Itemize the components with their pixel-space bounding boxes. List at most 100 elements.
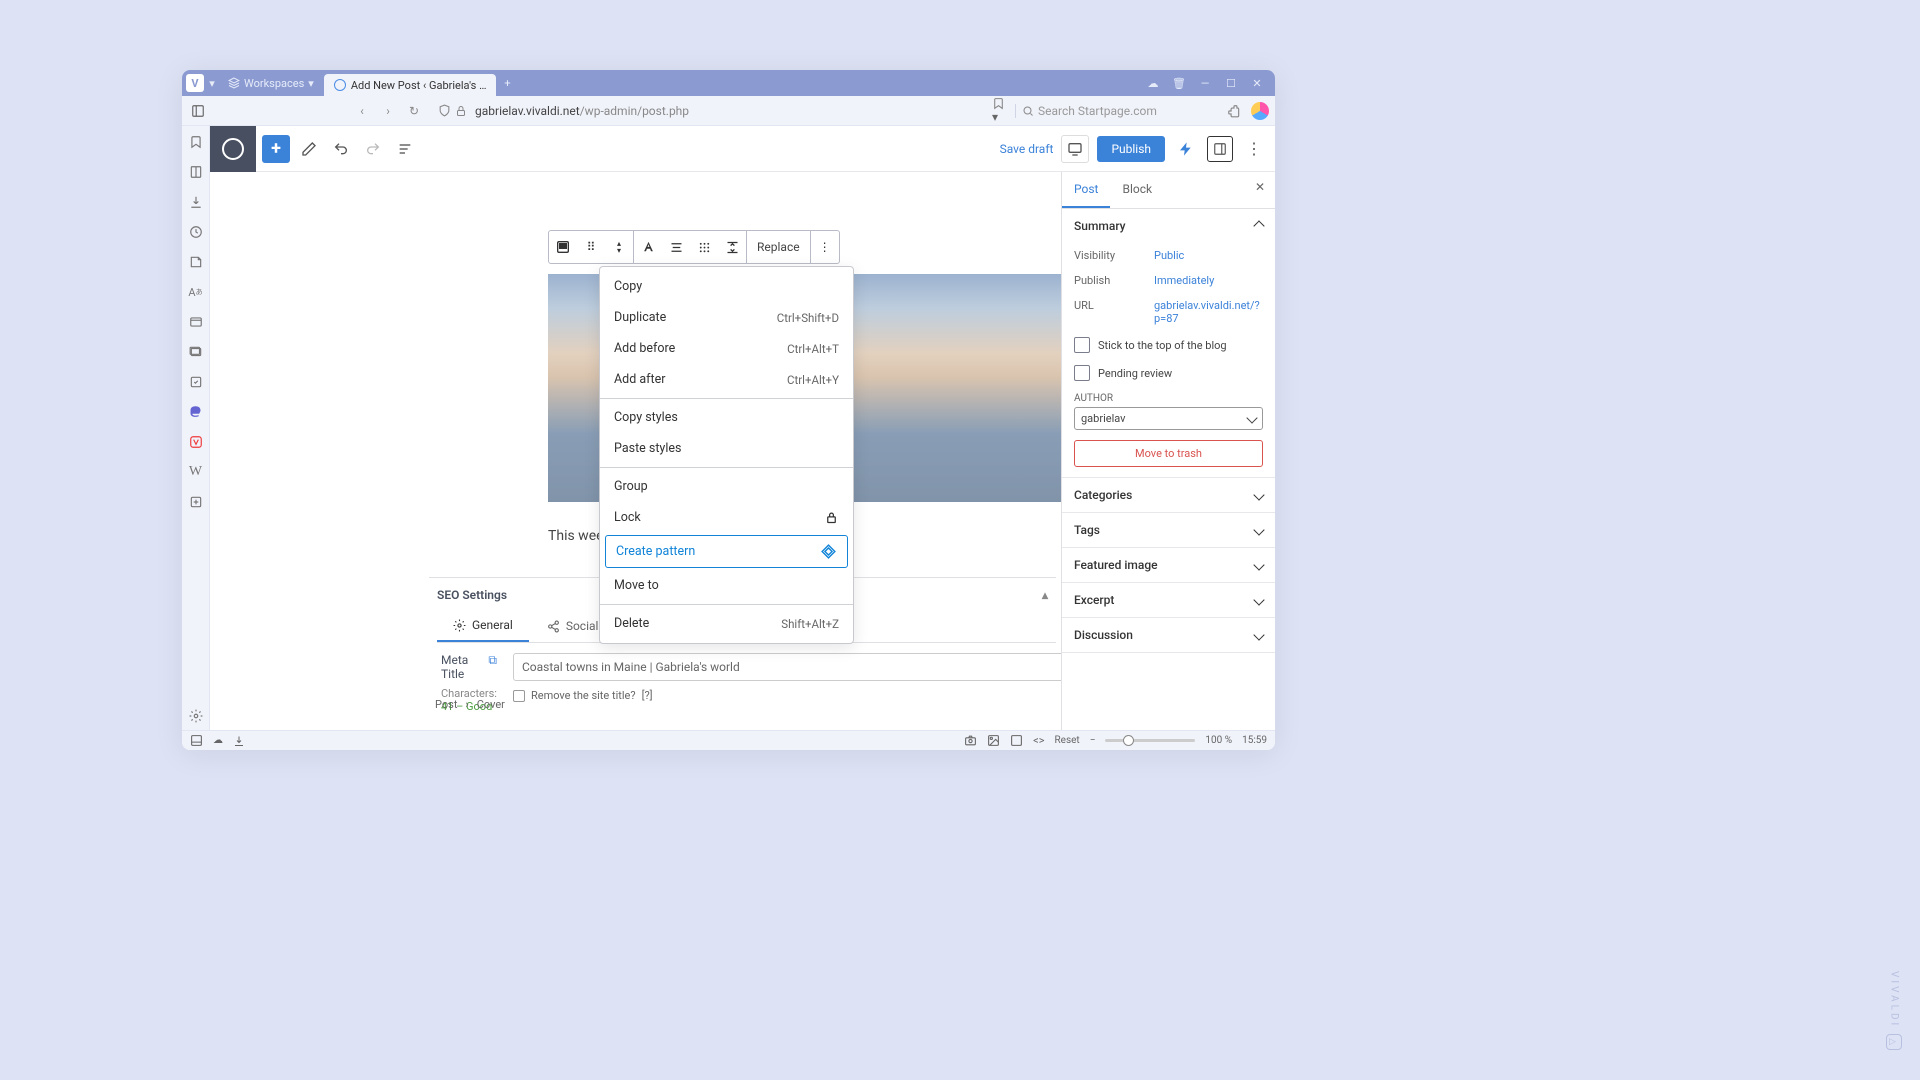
forward-button[interactable]: ›	[378, 104, 398, 118]
window-panel-icon[interactable]	[188, 314, 204, 330]
close-icon[interactable]: ✕	[1249, 77, 1265, 90]
wikipedia-panel-icon[interactable]: W	[188, 464, 204, 480]
minimize-icon[interactable]: —	[1197, 77, 1213, 90]
wp-logo-icon[interactable]	[210, 126, 256, 172]
zoom-out-icon[interactable]: −	[1090, 735, 1096, 746]
tiling-icon[interactable]	[1010, 734, 1023, 747]
categories-section[interactable]: Categories	[1074, 488, 1132, 502]
close-sidebar-icon[interactable]: ✕	[1255, 180, 1265, 194]
downloads-panel-icon[interactable]	[188, 194, 204, 210]
profile-avatar[interactable]	[1251, 102, 1269, 120]
visibility-link[interactable]: Public	[1154, 249, 1263, 262]
panel-toggle-icon[interactable]	[188, 101, 208, 121]
menu-duplicate[interactable]: DuplicateCtrl+Shift+D	[600, 302, 853, 333]
chevron-down-icon[interactable]	[1255, 558, 1263, 572]
fullheight-icon[interactable]	[718, 231, 746, 263]
cloud-icon[interactable]: ☁	[1145, 77, 1161, 90]
help-icon[interactable]: [?]	[642, 689, 653, 702]
document-overview-icon[interactable]	[392, 136, 418, 162]
pending-checkbox[interactable]	[1074, 365, 1090, 381]
code-icon[interactable]: <>	[1033, 734, 1044, 747]
menu-add-before[interactable]: Add beforeCtrl+Alt+T	[600, 333, 853, 364]
menu-delete[interactable]: DeleteShift+Alt+Z	[600, 608, 853, 639]
menu-add-after[interactable]: Add afterCtrl+Alt+Y	[600, 364, 853, 395]
back-button[interactable]: ‹	[352, 104, 372, 118]
tab-post[interactable]: Post	[1062, 172, 1110, 208]
search-box[interactable]: Search Startpage.com	[1015, 104, 1215, 118]
reload-button[interactable]: ↻	[404, 104, 424, 118]
discussion-section[interactable]: Discussion	[1074, 628, 1133, 642]
publish-link[interactable]: Immediately	[1154, 274, 1263, 287]
vivaldi-menu-chevron-icon[interactable]: ▾	[206, 77, 218, 90]
settings-panel-icon[interactable]	[188, 708, 204, 724]
reset-zoom-button[interactable]: Reset	[1055, 735, 1080, 746]
featured-section[interactable]: Featured image	[1074, 558, 1158, 572]
align-icon[interactable]	[662, 231, 690, 263]
vivaldi-panel-icon[interactable]	[188, 434, 204, 450]
move-to-trash-button[interactable]: Move to trash	[1074, 440, 1263, 467]
add-block-button[interactable]: +	[262, 135, 290, 163]
seo-collapse-icon[interactable]: ▴	[1042, 588, 1048, 602]
preview-button[interactable]	[1061, 135, 1089, 163]
menu-create-pattern[interactable]: Create pattern	[605, 535, 848, 568]
content-position-icon[interactable]	[690, 231, 718, 263]
bookmark-icon[interactable]: ▾	[992, 97, 1005, 124]
drag-handle-icon[interactable]: ⠿	[577, 231, 605, 263]
image-icon[interactable]	[987, 734, 1000, 747]
stick-checkbox[interactable]	[1074, 337, 1090, 353]
remove-checkbox[interactable]	[513, 690, 525, 702]
author-select[interactable]: gabrielav	[1074, 407, 1263, 430]
tab-block[interactable]: Block	[1110, 172, 1164, 208]
chevron-down-icon[interactable]	[1255, 488, 1263, 502]
save-draft-button[interactable]: Save draft	[1000, 142, 1054, 156]
status-panel-icon[interactable]	[190, 734, 203, 747]
redo-icon[interactable]	[360, 136, 386, 162]
edit-tool-icon[interactable]	[296, 136, 322, 162]
block-type-icon[interactable]	[549, 231, 577, 263]
tasks-panel-icon[interactable]	[188, 374, 204, 390]
block-options-icon[interactable]: ⋮	[811, 231, 839, 263]
menu-move-to[interactable]: Move to	[600, 570, 853, 601]
undo-icon[interactable]	[328, 136, 354, 162]
text-color-icon[interactable]	[634, 231, 662, 263]
breadcrumb-cover[interactable]: Cover	[477, 698, 505, 711]
menu-lock[interactable]: Lock	[600, 502, 853, 533]
reading-list-panel-icon[interactable]	[188, 164, 204, 180]
extensions-icon[interactable]	[1227, 104, 1241, 118]
publish-button[interactable]: Publish	[1097, 136, 1165, 162]
zoom-slider[interactable]	[1105, 739, 1195, 742]
maximize-icon[interactable]: ☐	[1223, 77, 1239, 90]
tabs-panel-icon[interactable]	[188, 344, 204, 360]
zoom-handle[interactable]	[1123, 735, 1134, 746]
breadcrumb-post[interactable]: Post	[435, 698, 457, 711]
browser-tab[interactable]: Add New Post ‹ Gabriela's …	[324, 74, 497, 96]
status-download-icon[interactable]	[233, 735, 245, 747]
excerpt-section[interactable]: Excerpt	[1074, 593, 1114, 607]
mastodon-panel-icon[interactable]	[188, 404, 204, 420]
translate-panel-icon[interactable]: Aあ	[188, 284, 204, 300]
bookmarks-panel-icon[interactable]	[188, 134, 204, 150]
chevron-down-icon[interactable]	[1255, 593, 1263, 607]
new-tab-button[interactable]: +	[496, 77, 518, 90]
shield-icon[interactable]	[438, 104, 451, 117]
history-panel-icon[interactable]	[188, 224, 204, 240]
delete-icon[interactable]: 🗑	[1171, 77, 1187, 90]
meta-title-input[interactable]: Coastal towns in Maine | Gabriela's worl…	[513, 653, 1061, 681]
jetpack-icon[interactable]	[1173, 136, 1199, 162]
notes-panel-icon[interactable]	[188, 254, 204, 270]
url-link[interactable]: gabrielav.vivaldi.net/?p=87	[1154, 299, 1263, 325]
tags-section[interactable]: Tags	[1074, 523, 1100, 537]
url-display[interactable]: gabrielav.vivaldi.net/wp-admin/post.php	[475, 104, 689, 118]
capture-icon[interactable]	[964, 734, 977, 747]
chevron-down-icon[interactable]	[1255, 523, 1263, 537]
copy-meta-icon[interactable]: ⧉	[488, 653, 497, 681]
sync-icon[interactable]: ☁	[213, 735, 223, 746]
chevron-up-icon[interactable]	[1255, 219, 1263, 233]
seo-tab-general[interactable]: General	[437, 610, 529, 642]
menu-copy-styles[interactable]: Copy styles	[600, 402, 853, 433]
menu-copy[interactable]: Copy	[600, 271, 853, 302]
vivaldi-logo-icon[interactable]: V	[186, 74, 204, 92]
workspaces-button[interactable]: Workspaces ▾	[218, 77, 324, 90]
menu-group[interactable]: Group	[600, 471, 853, 502]
menu-paste-styles[interactable]: Paste styles	[600, 433, 853, 464]
